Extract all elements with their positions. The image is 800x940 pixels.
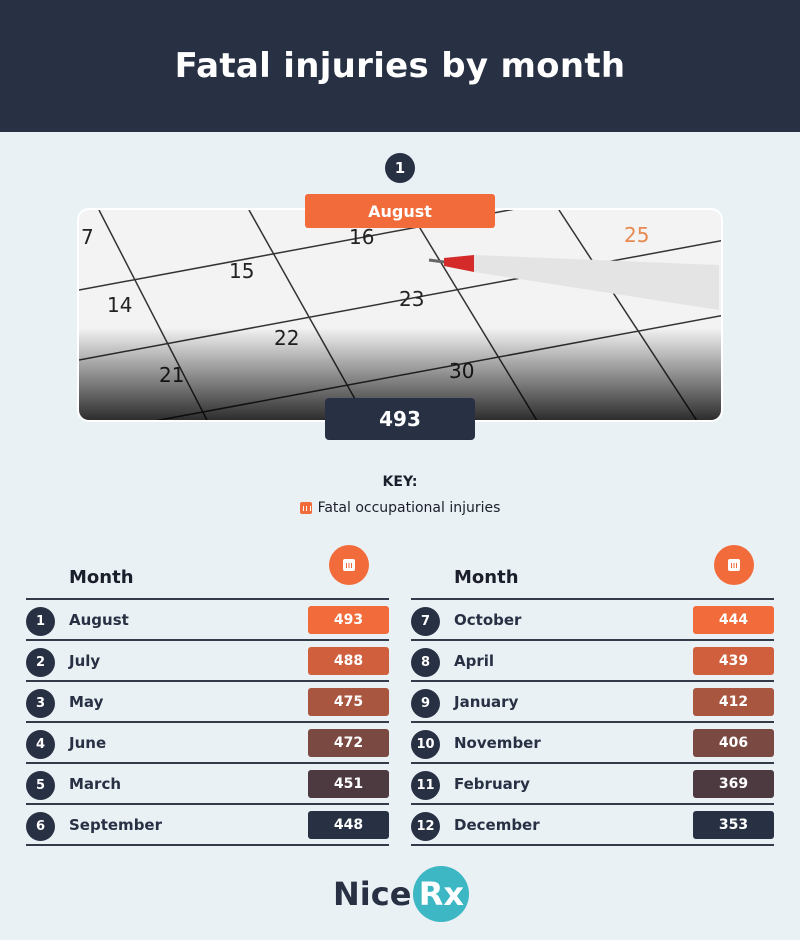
rank-number: 9	[411, 689, 440, 718]
injury-value: 369	[693, 770, 774, 798]
table-left: Month 1 August 493 2 July 488 3 May 475 4 June 472 5…	[26, 545, 389, 846]
table-row: 4 June 472	[26, 723, 389, 764]
rank-number: 4	[26, 730, 55, 759]
month-name: August	[69, 611, 129, 629]
injury-value: 412	[693, 688, 774, 716]
bar-chart-icon	[714, 545, 754, 585]
table-row: 3 May 475	[26, 682, 389, 723]
legend-item: Fatal occupational injuries	[0, 500, 800, 516]
injury-value: 472	[308, 729, 389, 757]
table-row: 7 October 444	[411, 600, 774, 641]
month-name: April	[454, 652, 495, 670]
logo-rx: Rx	[413, 866, 470, 922]
month-name: May	[69, 693, 104, 711]
month-name: December	[454, 816, 540, 834]
table-row: 2 July 488	[26, 641, 389, 682]
injury-value: 439	[693, 647, 774, 675]
column-header-month: Month	[454, 567, 519, 588]
injury-value: 475	[308, 688, 389, 716]
injury-value: 451	[308, 770, 389, 798]
month-name: September	[69, 816, 162, 834]
rank-badge: 1	[385, 153, 415, 183]
month-name: June	[69, 734, 107, 752]
injury-value: 406	[693, 729, 774, 757]
header: Fatal injuries by month	[0, 0, 800, 132]
month-name: March	[69, 775, 122, 793]
month-name: November	[454, 734, 541, 752]
table-header: Month	[26, 545, 389, 600]
table-row: 6 September 448	[26, 805, 389, 846]
table-right: Month 7 October 444 8 April 439 9 January 412 10 N…	[411, 545, 774, 846]
month-name: January	[454, 693, 519, 711]
month-name: February	[454, 775, 530, 793]
rank-number: 11	[411, 771, 440, 800]
table-row: 8 April 439	[411, 641, 774, 682]
rank-number: 2	[26, 648, 55, 677]
rank-number: 1	[26, 607, 55, 636]
bar-chart-icon	[329, 545, 369, 585]
month-name: July	[69, 652, 101, 670]
page-title: Fatal injuries by month	[174, 46, 626, 86]
injury-value: 493	[308, 606, 389, 634]
rank-number: 6	[26, 812, 55, 841]
rank-number: 3	[26, 689, 55, 718]
injury-value: 353	[693, 811, 774, 839]
column-header-month: Month	[69, 567, 134, 588]
table-header: Month	[411, 545, 774, 600]
table-row: 9 January 412	[411, 682, 774, 723]
nicerx-logo: Nice Rx	[333, 866, 470, 922]
highlight-value: 493	[325, 398, 475, 440]
key-title: KEY:	[382, 474, 418, 490]
injury-value: 488	[308, 647, 389, 675]
table-row: 1 August 493	[26, 600, 389, 641]
injury-value: 444	[693, 606, 774, 634]
rank-number: 7	[411, 607, 440, 636]
rank-number: 10	[411, 730, 440, 759]
injury-value: 448	[308, 811, 389, 839]
legend-label: Fatal occupational injuries	[317, 500, 501, 516]
table-row: 11 February 369	[411, 764, 774, 805]
logo-text: Nice	[333, 875, 412, 913]
highlight-month: August	[305, 194, 495, 228]
table-row: 12 December 353	[411, 805, 774, 846]
bar-chart-icon	[299, 502, 312, 514]
month-name: October	[454, 611, 522, 629]
calendar-photo: 7 15 16 14 23 25 22 21 30	[77, 208, 723, 422]
rank-number: 8	[411, 648, 440, 677]
rank-number: 12	[411, 812, 440, 841]
table-row: 10 November 406	[411, 723, 774, 764]
table-row: 5 March 451	[26, 764, 389, 805]
rank-number: 5	[26, 771, 55, 800]
